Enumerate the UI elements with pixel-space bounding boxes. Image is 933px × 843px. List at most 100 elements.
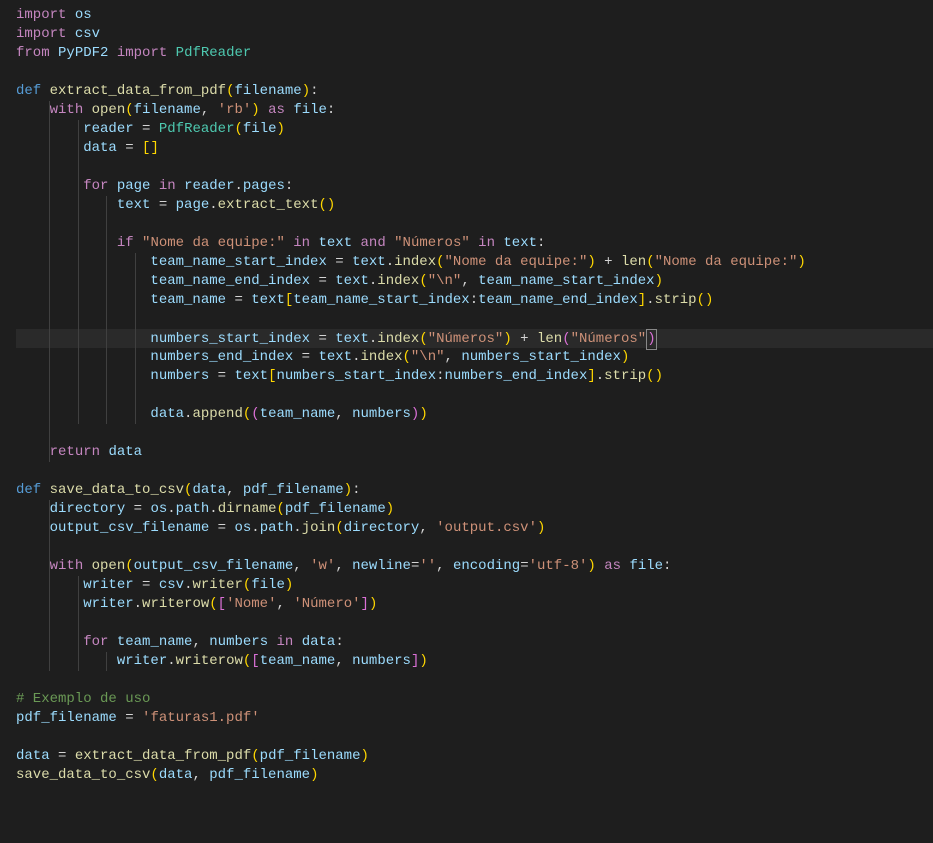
code-line[interactable] — [16, 158, 933, 177]
code-line[interactable] — [16, 614, 933, 633]
variable: page — [176, 197, 210, 213]
string-literal: '' — [419, 558, 436, 574]
parameter: filename — [234, 83, 301, 99]
code-line[interactable]: def save_data_to_csv(data, pdf_filename)… — [16, 481, 933, 500]
code-line[interactable]: with open(output_csv_filename, 'w', newl… — [16, 557, 933, 576]
property: pages — [243, 178, 285, 194]
variable: data — [108, 444, 142, 460]
variable: output_csv_filename — [134, 558, 294, 574]
method-call: join — [302, 520, 336, 536]
variable: os — [234, 520, 251, 536]
builtin-len: len — [621, 254, 646, 270]
code-line[interactable]: team_name_start_index = text.index("Nome… — [16, 253, 933, 272]
code-line[interactable]: data.append((team_name, numbers)) — [16, 405, 933, 424]
code-line[interactable]: writer = csv.writer(file) — [16, 576, 933, 595]
code-line[interactable]: numbers_end_index = text.index("\n", num… — [16, 348, 933, 367]
code-line[interactable]: import os — [16, 6, 933, 25]
class-name: PdfReader — [159, 121, 235, 137]
keyword-for: for — [83, 634, 108, 650]
code-line[interactable]: reader = PdfReader(file) — [16, 120, 933, 139]
code-line[interactable]: if "Nome da equipe:" in text and "Número… — [16, 234, 933, 253]
string-literal: "\n" — [428, 273, 462, 289]
code-line[interactable]: save_data_to_csv(data, pdf_filename) — [16, 766, 933, 785]
variable: text — [335, 273, 369, 289]
code-line[interactable]: data = extract_data_from_pdf(pdf_filenam… — [16, 747, 933, 766]
builtin-open: open — [92, 102, 126, 118]
code-line[interactable]: numbers = text[numbers_start_index:numbe… — [16, 367, 933, 386]
method-call: index — [377, 331, 419, 347]
variable: file — [243, 121, 277, 137]
function-call: extract_data_from_pdf — [75, 748, 251, 764]
keyword-and: and — [361, 235, 386, 251]
code-line[interactable]: import csv — [16, 25, 933, 44]
variable: file — [293, 102, 327, 118]
method-call: index — [360, 349, 402, 365]
code-line[interactable]: from PyPDF2 import PdfReader — [16, 44, 933, 63]
method-call: index — [394, 254, 436, 270]
code-line[interactable] — [16, 462, 933, 481]
code-line[interactable]: return data — [16, 443, 933, 462]
keyword-import: import — [16, 7, 66, 23]
code-line[interactable] — [16, 671, 933, 690]
keyword-in: in — [159, 178, 176, 194]
string-literal: "Números" — [428, 331, 504, 347]
variable: numbers_start_index — [461, 349, 621, 365]
variable: data — [16, 748, 50, 764]
code-line[interactable]: data = [] — [16, 139, 933, 158]
variable: team_name — [260, 653, 336, 669]
string-literal: "Nome da equipe:" — [445, 254, 588, 270]
keyword-in: in — [478, 235, 495, 251]
variable: team_name_start_index — [478, 273, 654, 289]
variable: file — [251, 577, 285, 593]
code-line[interactable]: def extract_data_from_pdf(filename): — [16, 82, 933, 101]
parameter: pdf_filename — [243, 482, 344, 498]
string-literal: 'Número' — [293, 596, 360, 612]
code-line[interactable]: text = page.extract_text() — [16, 196, 933, 215]
code-line[interactable]: pdf_filename = 'faturas1.pdf' — [16, 709, 933, 728]
variable: text — [117, 197, 151, 213]
variable: text — [503, 235, 537, 251]
code-line[interactable] — [16, 424, 933, 443]
variable: numbers_start_index — [150, 331, 310, 347]
keyword-def: def — [16, 83, 41, 99]
method-call: strip — [604, 368, 646, 384]
code-line[interactable] — [16, 538, 933, 557]
variable: reader — [184, 178, 234, 194]
code-line[interactable] — [16, 215, 933, 234]
property: path — [260, 520, 294, 536]
code-line-current[interactable]: numbers_start_index = text.index("Número… — [16, 329, 933, 348]
code-line[interactable]: with open(filename, 'rb') as file: — [16, 101, 933, 120]
method-call: writerow — [142, 596, 209, 612]
code-line[interactable]: writer.writerow([team_name, numbers]) — [16, 652, 933, 671]
code-editor[interactable]: import os import csv from PyPDF2 import … — [0, 0, 933, 791]
variable: team_name_start_index — [293, 292, 469, 308]
variable: numbers — [352, 406, 411, 422]
code-line[interactable] — [16, 386, 933, 405]
keyword-in: in — [277, 634, 294, 650]
code-line[interactable]: writer.writerow(['Nome', 'Número']) — [16, 595, 933, 614]
variable: team_name_start_index — [150, 254, 326, 270]
method-call: writer — [192, 577, 242, 593]
variable: reader — [83, 121, 133, 137]
variable: team_name — [117, 634, 193, 650]
code-line[interactable]: for page in reader.pages: — [16, 177, 933, 196]
code-line[interactable]: team_name = text[team_name_start_index:t… — [16, 291, 933, 310]
module-name: PyPDF2 — [58, 45, 108, 61]
code-line[interactable]: for team_name, numbers in data: — [16, 633, 933, 652]
keyword-in: in — [293, 235, 310, 251]
variable: data — [83, 140, 117, 156]
code-line[interactable]: # Exemplo de uso — [16, 690, 933, 709]
variable: text — [318, 349, 352, 365]
string-literal: "Nome da equipe:" — [142, 235, 285, 251]
code-line[interactable] — [16, 63, 933, 82]
variable: team_name_end_index — [478, 292, 638, 308]
code-line[interactable] — [16, 310, 933, 329]
string-literal: 'rb' — [218, 102, 252, 118]
code-line[interactable]: directory = os.path.dirname(pdf_filename… — [16, 500, 933, 519]
variable: text — [335, 331, 369, 347]
code-line[interactable]: output_csv_filename = os.path.join(direc… — [16, 519, 933, 538]
variable: csv — [159, 577, 184, 593]
keyword-for: for — [83, 178, 108, 194]
code-line[interactable]: team_name_end_index = text.index("\n", t… — [16, 272, 933, 291]
code-line[interactable] — [16, 728, 933, 747]
